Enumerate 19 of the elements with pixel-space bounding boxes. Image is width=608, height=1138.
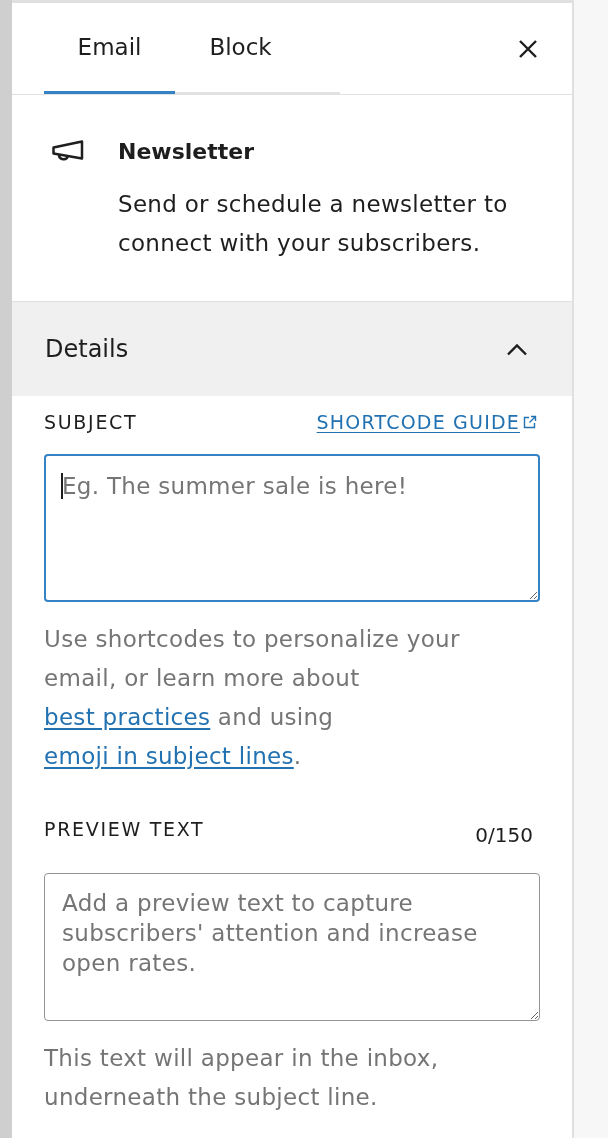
megaphone-icon xyxy=(52,140,84,164)
preview-text-field[interactable]: Add a preview text to capture subscribers' attention and increase open rates. xyxy=(44,873,540,1021)
external-link-icon xyxy=(523,415,537,429)
block-title: Newsletter xyxy=(118,138,256,166)
shortcode-guide-link[interactable]: SHORTCODE GUIDE xyxy=(316,409,537,435)
field-label: SUBJECT xyxy=(44,410,138,435)
field-label: PREVIEW TEXT xyxy=(44,817,205,842)
help-link[interactable]: emoji in subject lines xyxy=(44,743,294,769)
help-text: This text will appear in the inbox, underneath the subject line. xyxy=(44,1044,440,1112)
details-panel-toggle[interactable]: Details xyxy=(12,302,572,396)
help-text: Use shortcodes to personalize your email, or learn more about best practices and using emoji in subject lines. xyxy=(44,625,461,771)
block-description: Send or schedule a newsletter to connect with your subscribers. xyxy=(118,190,509,258)
close-icon xyxy=(518,38,538,59)
text-cursor xyxy=(61,473,63,499)
character-counter: 0/150 xyxy=(475,822,533,849)
sidebar-tab[interactable]: Block xyxy=(175,3,306,94)
subject-field[interactable]: Eg. The summer sale is here! xyxy=(44,454,540,602)
sidebar-tab[interactable]: Email xyxy=(44,3,175,94)
help-link[interactable]: best practices xyxy=(44,704,211,730)
